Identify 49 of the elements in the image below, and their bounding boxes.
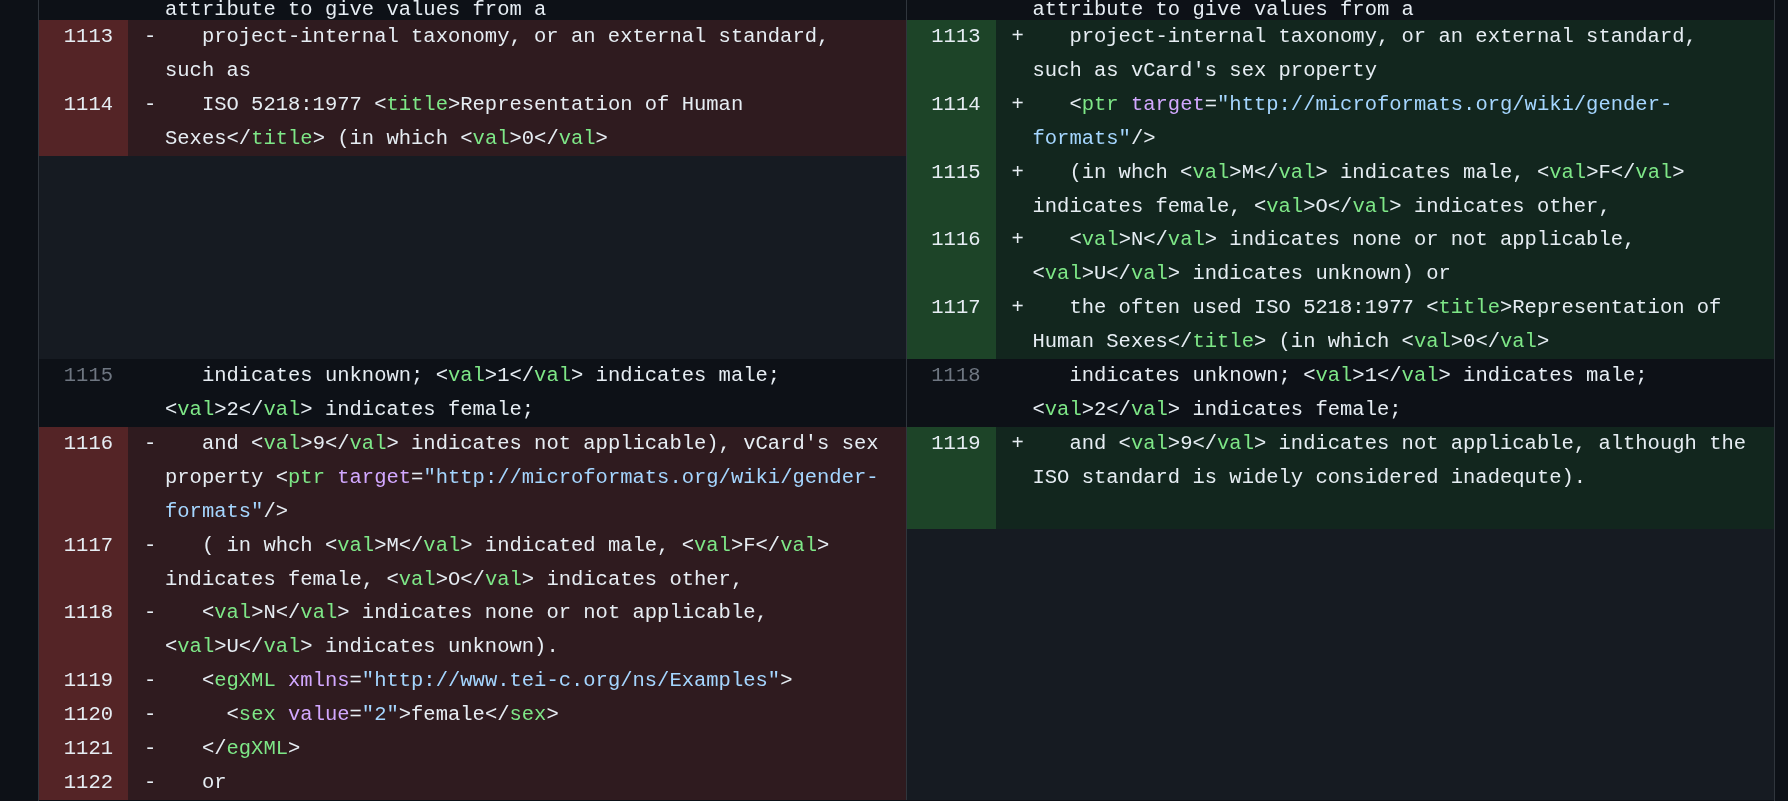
diff-marker: + — [1011, 431, 1024, 455]
diff-marker: - — [144, 770, 157, 794]
line-number: 1122 — [63, 770, 113, 794]
line-number: 1113 — [63, 25, 113, 48]
code-line: project-internal taxonomy, or an external standard, such as vCard's sex property — [1032, 25, 1698, 82]
line-number: 1117 — [63, 533, 113, 557]
code-line: attribute to give values from a — [165, 0, 547, 21]
diff-marker: - — [144, 601, 157, 625]
line-number: 1116 — [63, 431, 113, 455]
diff-marker: + — [1011, 296, 1024, 320]
diff-marker: + — [1011, 92, 1024, 116]
diff-marker: - — [144, 92, 157, 116]
code-line: project-internal taxonomy, or an external standard, such as — [165, 25, 831, 82]
line-number: 1116 — [931, 228, 981, 252]
diff-marker: - — [144, 737, 157, 761]
diff-marker: - — [144, 431, 157, 455]
code-line: <sex value="2">female</sex> — [225, 703, 559, 727]
diff-marker: + — [1011, 25, 1024, 48]
diff-marker: - — [144, 669, 157, 693]
code-line: attribute to give values from a — [1032, 0, 1414, 21]
diff-marker: - — [144, 25, 157, 48]
line-number: 1115 — [931, 160, 981, 184]
code-line: <ptr target="http://microformats.org/wiki/gender-formats"/> — [1032, 92, 1673, 150]
diff-marker: + — [1011, 160, 1024, 184]
code-line: and <val>9</val> indicates not applicable, although the ISO standard is widely considered inadequte). — [1032, 431, 1748, 489]
line-number: 1118 — [63, 601, 113, 625]
code-line: <egXML xmlns="http://www.tei-c.org/ns/Examples"> — [200, 669, 793, 693]
line-number: 1117 — [931, 296, 981, 320]
code-line: <val>N</val> indicates none or not applicable, <val>U</val> indicates unknown). — [165, 601, 769, 659]
diff-marker: - — [144, 703, 157, 727]
code-line: ISO 5218:1977 <title>Representation of Human Sexes</title> (in which <val>0</val> — [165, 92, 745, 150]
line-number: 1118 — [931, 364, 981, 388]
diff-marker: - — [144, 533, 157, 557]
code-line: indicates unknown; <val>1</val> indicates male; <val>2</val> indicates female; — [165, 364, 782, 421]
line-number: 1119 — [63, 669, 113, 693]
line-number: 1114 — [931, 92, 981, 116]
code-line: or — [200, 770, 227, 794]
code-line: and <val>9</val> indicates not applicable), vCard's sex property <ptr target="http://microformats.org/wiki/gender-formats"/> — [165, 431, 880, 523]
code-line: indicates unknown; <val>1</val> indicates male; <val>2</val> indicates female; — [1032, 364, 1649, 421]
line-number: 1119 — [931, 431, 981, 455]
line-number: 1114 — [63, 92, 113, 116]
code-line: (in whch <val>M</val> indicates male, <val>F</val> indicates female, <val>O</val> indicates other, — [1032, 160, 1686, 218]
code-line: </egXML> — [200, 737, 301, 761]
line-number: 1121 — [63, 737, 113, 761]
line-number: 1120 — [63, 703, 113, 727]
line-number: 1115 — [63, 364, 113, 388]
diff-marker: + — [1011, 228, 1024, 252]
code-line: ( in whch <val>M</val> indicated male, <val>F</val> indicates female, <val>O</val> indicates other, — [165, 533, 831, 591]
line-number: 1113 — [931, 25, 981, 48]
